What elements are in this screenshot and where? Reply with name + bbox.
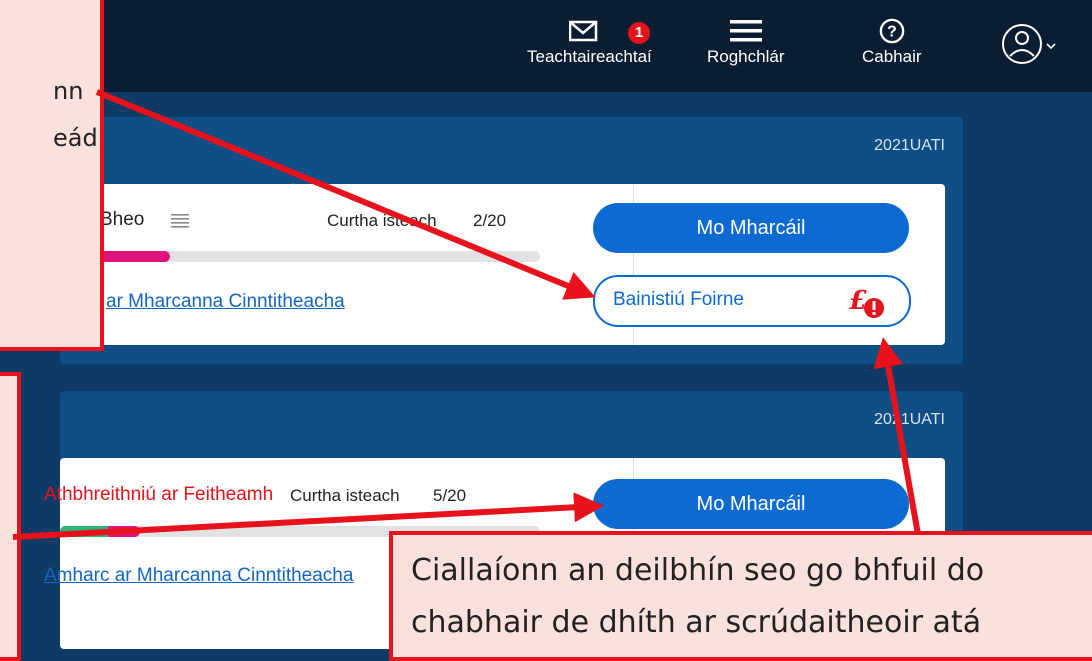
arrow-to-manage-team xyxy=(95,89,596,300)
callout-text-line: chabhair de dhíth ar scrúdaitheoir atá xyxy=(411,605,982,640)
callout-text-line: Ciallaíonn an deilbhín seo go bhfuil do xyxy=(411,553,985,588)
arrow-to-alert-icon xyxy=(873,337,922,541)
callout-bottom-right: Ciallaíonn an deilbhín seo go bhfuil do … xyxy=(389,531,1092,661)
